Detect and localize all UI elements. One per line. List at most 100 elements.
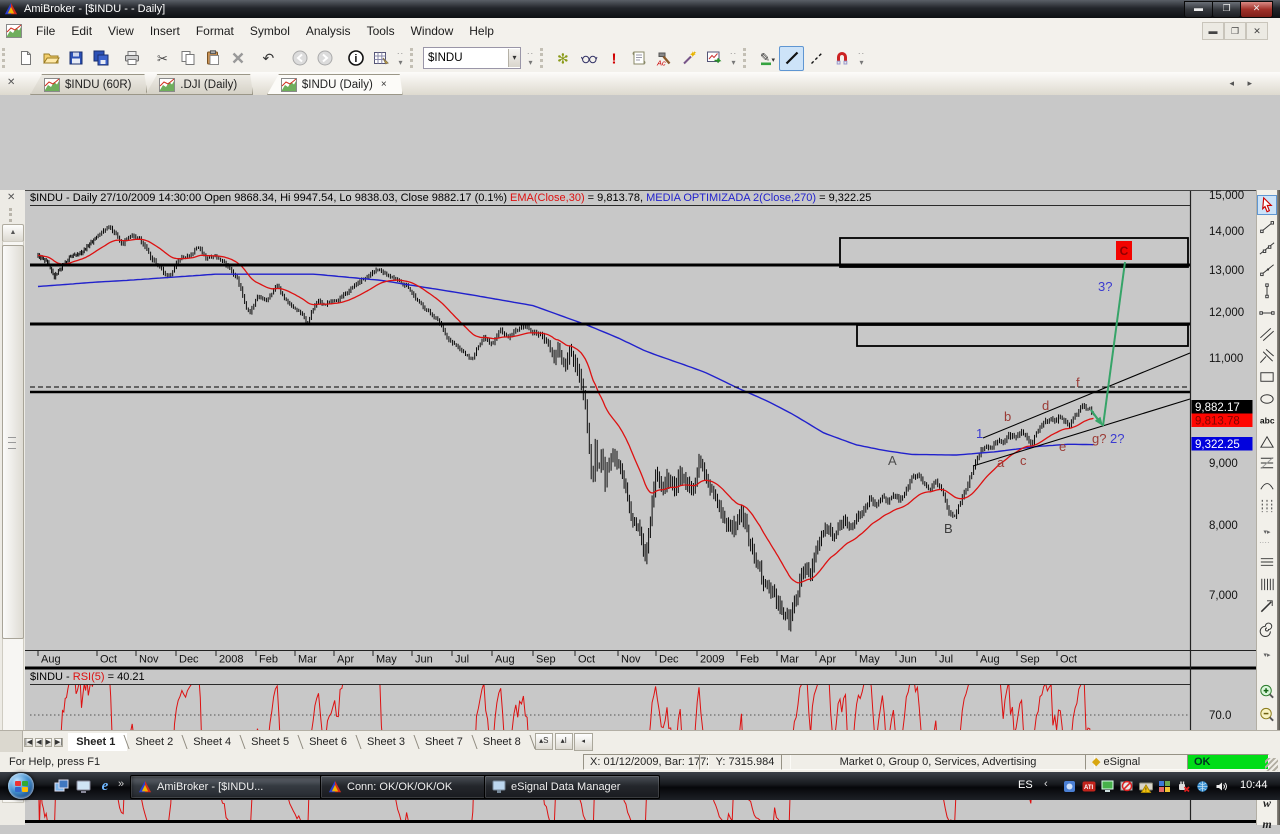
wave-label-c[interactable]: c — [1020, 453, 1027, 468]
symbol-info-button[interactable]: i — [343, 46, 368, 71]
wave-label-1[interactable]: 1 — [976, 426, 983, 441]
sheet-scroll-left[interactable]: ◂ — [574, 733, 593, 751]
vertical-line-tool[interactable] — [1257, 281, 1277, 301]
mdi-restore-button[interactable]: ❐ — [1224, 22, 1246, 40]
toolbar-overflow-icon[interactable]: ··▾ — [856, 47, 867, 69]
app-blue-icon[interactable] — [1062, 779, 1077, 793]
tab--dji-daily-[interactable]: .DJI (Daily) — [145, 74, 253, 95]
trendline-tool[interactable] — [1257, 238, 1277, 258]
print-button[interactable] — [119, 46, 144, 71]
explore-button[interactable] — [576, 46, 601, 71]
menu-symbol[interactable]: Symbol — [242, 21, 298, 41]
scan-button[interactable]: ✻ — [551, 46, 576, 71]
backtest-button[interactable]: Ac — [651, 46, 676, 71]
wizard-button[interactable]: ✦✦ — [676, 46, 701, 71]
sheet-nav-3[interactable]: ▶| — [54, 738, 63, 747]
delete-button[interactable] — [225, 46, 250, 71]
grid-lines-tool[interactable] — [1257, 574, 1277, 594]
menu-help[interactable]: Help — [461, 21, 502, 41]
zoom-in-button[interactable] — [1257, 682, 1277, 702]
sheet-nav-1[interactable]: ◀ — [35, 738, 42, 747]
scroll-up-button[interactable]: ▲ — [2, 224, 24, 242]
taskbar-button-0[interactable]: AmiBroker - [$INDU... — [130, 775, 330, 799]
zoom-out-button[interactable] — [1257, 705, 1277, 725]
menu-view[interactable]: View — [100, 21, 142, 41]
arc-tool[interactable] — [1257, 475, 1277, 495]
line-tool-button[interactable] — [779, 46, 804, 71]
menu-tools[interactable]: Tools — [359, 21, 403, 41]
wave-label-e[interactable]: e — [1059, 439, 1066, 454]
resize-grip[interactable] — [1265, 758, 1278, 771]
sheet-tab-sheet-1[interactable]: Sheet 1 — [68, 733, 127, 751]
new-file-button[interactable] — [13, 46, 38, 71]
fib-retracement-tool[interactable] — [1257, 453, 1277, 473]
trend-segment-tool[interactable] — [1257, 217, 1277, 237]
mdi-minimize-button[interactable]: ▬ — [1202, 22, 1224, 40]
quicklaunch-chevron[interactable]: » — [118, 778, 124, 790]
display-blocked-icon[interactable] — [1119, 779, 1134, 793]
wave-label-f[interactable]: f — [1076, 375, 1080, 390]
ellipse-tool[interactable] — [1257, 389, 1277, 409]
sheet-mini-1[interactable]: ▴I — [555, 733, 573, 750]
combobox-dropdown-icon[interactable]: ▾ — [508, 49, 520, 67]
tab-scroll-right-icon[interactable]: ▸ — [1247, 78, 1252, 89]
menu-analysis[interactable]: Analysis — [298, 21, 359, 41]
wave-label-g[interactable]: g? — [1092, 431, 1106, 446]
tray-chevron[interactable]: ‹ — [1044, 778, 1048, 790]
toolbar-grip[interactable] — [410, 48, 417, 68]
tab--indu-60r-[interactable]: $INDU (60R) — [30, 74, 147, 95]
parameters-table-button[interactable] — [368, 46, 393, 71]
text-tool[interactable]: abc — [1257, 410, 1277, 430]
toolbar-overflow-icon[interactable]: ··▾ — [395, 47, 406, 69]
network-globe-icon[interactable] — [1195, 779, 1210, 793]
sheet-tab-sheet-6[interactable]: Sheet 6 — [301, 733, 359, 751]
wave-label-3[interactable]: 3? — [1098, 279, 1112, 294]
sheet-tab-sheet-2[interactable]: Sheet 2 — [127, 733, 185, 751]
spiral-tool[interactable] — [1257, 618, 1277, 638]
wave-label-a[interactable]: a — [997, 455, 1005, 470]
interval-m-button[interactable]: m — [1257, 814, 1277, 834]
triangle-tool[interactable] — [1257, 432, 1277, 452]
chart-export-button[interactable] — [701, 46, 726, 71]
nav-forward-button[interactable] — [312, 46, 337, 71]
menu-window[interactable]: Window — [403, 21, 462, 41]
tab-scroll-left-icon[interactable]: ◂ — [1229, 78, 1234, 89]
wave-label-b[interactable]: b — [1004, 409, 1011, 424]
horizontal-lines-tool[interactable] — [1257, 552, 1277, 572]
menu-edit[interactable]: Edit — [63, 21, 100, 41]
power-plug-error-icon[interactable] — [1176, 779, 1191, 793]
panel-close-icon[interactable]: ✕ — [7, 192, 15, 203]
sheet-mini-0[interactable]: ▴S — [535, 733, 553, 750]
toolbar-overflow-icon[interactable]: ▾▸ — [1257, 645, 1277, 665]
magnet-snap-button[interactable] — [829, 46, 854, 71]
window-switcher-icon[interactable] — [52, 777, 70, 795]
color-grid-icon[interactable] — [1157, 779, 1172, 793]
restore-button[interactable]: ❐ — [1212, 1, 1241, 18]
network-monitor-icon[interactable] — [1100, 779, 1115, 793]
keyboard-warning-icon[interactable]: ! — [1138, 779, 1153, 793]
close-button[interactable]: ✕ — [1240, 1, 1273, 18]
sheet-tab-sheet-7[interactable]: Sheet 7 — [417, 733, 475, 751]
save-file-button[interactable] — [63, 46, 88, 71]
taskbar-button-1[interactable]: Conn: OK/OK/OK/OK — [320, 775, 496, 799]
sheet-tab-sheet-3[interactable]: Sheet 3 — [359, 733, 417, 751]
ray-tool[interactable] — [1257, 260, 1277, 280]
undo-button[interactable]: ↶ — [256, 46, 281, 71]
open-file-button[interactable] — [38, 46, 63, 71]
pitchfork-tool[interactable] — [1257, 346, 1277, 366]
sheet-tab-sheet-8[interactable]: Sheet 8 — [475, 733, 533, 751]
formula-editor-button[interactable] — [626, 46, 651, 71]
dashed-line-tool-button[interactable] — [804, 46, 829, 71]
toolbar-grip[interactable] — [540, 48, 547, 68]
wave-label-A[interactable]: A — [888, 453, 897, 468]
rectangle-tool[interactable] — [1257, 367, 1277, 387]
cut-button[interactable]: ✂ — [150, 46, 175, 71]
internet-explorer-icon[interactable]: e — [96, 777, 114, 795]
fib-timezone-tool[interactable] — [1257, 496, 1277, 516]
nav-back-button[interactable] — [287, 46, 312, 71]
tray-language[interactable]: ES — [1018, 779, 1033, 791]
volume-icon[interactable] — [1214, 779, 1229, 793]
pencil-dropdown-button[interactable]: ✎▾ — [754, 46, 779, 71]
scrollbar-thumb[interactable] — [2, 245, 24, 639]
toolbar-overflow-icon[interactable]: ··▾ — [728, 47, 739, 69]
